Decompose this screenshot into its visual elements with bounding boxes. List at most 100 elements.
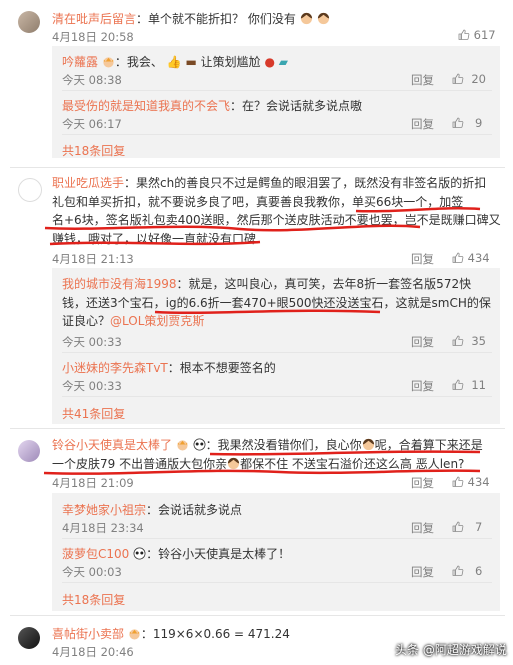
comment-text: ：119×6×0.66 = 471.24 (140, 627, 290, 641)
like-count: 9 (474, 116, 483, 130)
reply-button[interactable]: 回复 (411, 520, 434, 536)
reply-line: 小迷妹的李先森TvT：根本不想要签名的 (62, 359, 276, 376)
reply-time: 今天 00:33 (62, 335, 122, 349)
divider (10, 167, 505, 168)
reply-text: ：会说话就多说点 (146, 503, 243, 517)
like-button[interactable]: 7 (452, 520, 482, 534)
like-button[interactable]: 20 (452, 72, 486, 86)
comment-line-1: ：果然ch的善良只不过是鳄鱼的眼泪罢了，既然没有非签名版的折扣 (124, 176, 487, 190)
crown-face-icon (128, 627, 141, 640)
reply-time: 今天 00:33 (62, 379, 122, 393)
reply-button[interactable]: 回复 (411, 564, 434, 580)
avatar[interactable] (18, 627, 40, 649)
reply-user[interactable]: 最受伤的就是知道我真的不会飞 (62, 99, 230, 113)
comment-user[interactable]: 喜帖街小卖部 (52, 627, 124, 641)
red-underline-annotation (44, 206, 481, 246)
thumbs-up-emoji-icon: 👍 (166, 55, 182, 69)
thumbs-up-icon (452, 476, 464, 488)
reply-user[interactable]: 菠萝包C100 (62, 547, 129, 561)
comment-time: 4月18日 21:13 (52, 252, 134, 266)
reply-user[interactable]: 我的城市没有海1998 (62, 277, 177, 291)
like-count: 11 (471, 378, 486, 392)
divider (62, 538, 492, 539)
reply-time: 今天 00:03 (62, 565, 122, 579)
comment-time: 4月18日 21:09 (52, 476, 134, 490)
thumbs-up-icon (452, 335, 464, 347)
reply-text-2: 让策划尴尬 (200, 55, 261, 69)
like-count: 35 (471, 334, 486, 348)
reply-line: 吟蘿露 ：我会、 👍 ▬ 让策划尴尬 ● ▰ (62, 53, 288, 70)
reply-user[interactable]: 幸梦她家小祖宗 (62, 503, 146, 517)
comment-time: 4月18日 20:58 (52, 30, 134, 44)
comment-user[interactable]: 职业吃瓜选手 (52, 176, 124, 190)
more-replies-link[interactable]: 共18条回复 (62, 142, 125, 159)
more-replies-link[interactable]: 共18条回复 (62, 591, 125, 608)
bag-icon: ▰ (278, 55, 289, 69)
red-underline-annotation (154, 309, 381, 315)
thumbs-up-icon (452, 73, 464, 85)
thumbs-up-icon (452, 117, 464, 129)
reply-user[interactable]: 小迷妹的李先森TvT (62, 361, 168, 375)
reply-line: 菠萝包C100 ：铃谷小天使真是太棒了！ (62, 545, 290, 562)
reply-line-3: 证良心？ (62, 314, 111, 328)
like-button[interactable]: 35 (452, 334, 486, 348)
divider (62, 90, 492, 91)
reply-text: ：铃谷小天使真是太棒了！ (146, 547, 291, 561)
reply-text: ：在？会说话就多说点嗷 (230, 99, 363, 113)
girl-face-icon (300, 12, 313, 25)
reply-line-1: ：就是，这叫良心，真可笑，去年8折一套签名版572快 (176, 277, 472, 291)
reply-line: 最受伤的就是知道我真的不会飞：在？会说话就多说点嗷 (62, 97, 362, 114)
like-button[interactable]: 434 (452, 251, 490, 265)
reply-button[interactable]: 回复 (411, 475, 434, 491)
like-button[interactable]: 434 (452, 475, 490, 489)
comment-time: 4月18日 20:46 (52, 645, 134, 659)
panda-icon (133, 547, 146, 560)
shoe-icon: ▬ (185, 55, 197, 69)
like-count: 7 (474, 520, 483, 534)
like-count: 434 (467, 475, 490, 489)
comment-line: 清在吡声后留言：单个就不能折扣？ 你们没有 (52, 10, 330, 27)
thumbs-up-icon (452, 252, 464, 264)
comment-user[interactable]: 清在吡声后留言 (52, 12, 136, 26)
red-underline-annotation (43, 450, 481, 475)
reply-button[interactable]: 回复 (411, 378, 434, 394)
apple-icon: ● (264, 55, 275, 69)
reply-time: 今天 06:17 (62, 117, 122, 131)
like-count: 434 (467, 251, 490, 265)
like-count: 20 (471, 72, 486, 86)
avatar[interactable] (18, 440, 40, 462)
like-button[interactable]: 617 (458, 28, 496, 42)
divider (62, 352, 492, 353)
reply-time: 今天 08:38 (62, 73, 122, 87)
reply-text: ：根本不想要签名的 (167, 361, 276, 375)
reply-text: ：我会、 (114, 55, 163, 69)
crown-face-icon (102, 55, 115, 68)
like-count: 6 (474, 564, 483, 578)
reply-button[interactable]: 回复 (411, 251, 434, 267)
like-button[interactable]: 11 (452, 378, 486, 392)
reply-button[interactable]: 回复 (411, 72, 434, 88)
reply-button[interactable]: 回复 (411, 116, 434, 132)
like-count: 617 (473, 28, 496, 42)
divider (62, 396, 492, 397)
reply-time: 4月18日 23:34 (62, 521, 144, 535)
divider (10, 615, 505, 616)
reply-button[interactable]: 回复 (411, 334, 434, 350)
reply-user[interactable]: 吟蘿露 (62, 55, 98, 69)
comment-line: 喜帖街小卖部 ：119×6×0.66 = 471.24 (52, 625, 290, 642)
thumbs-up-icon (452, 565, 464, 577)
more-replies-link[interactable]: 共41条回复 (62, 405, 125, 422)
comment-text: ：单个就不能折扣？ 你们没有 (136, 12, 296, 26)
thumbs-up-icon (458, 29, 470, 41)
watermark: 头条 @阿超游戏解说 (395, 643, 507, 657)
thumbs-up-icon (452, 521, 464, 533)
avatar[interactable] (18, 11, 40, 33)
thumbs-up-icon (452, 379, 464, 391)
divider (62, 134, 492, 135)
like-button[interactable]: 6 (452, 564, 482, 578)
reply-line: 幸梦她家小祖宗：会说话就多说点 (62, 501, 242, 518)
divider (62, 582, 492, 583)
divider (10, 428, 505, 429)
like-button[interactable]: 9 (452, 116, 482, 130)
avatar[interactable] (18, 178, 42, 202)
